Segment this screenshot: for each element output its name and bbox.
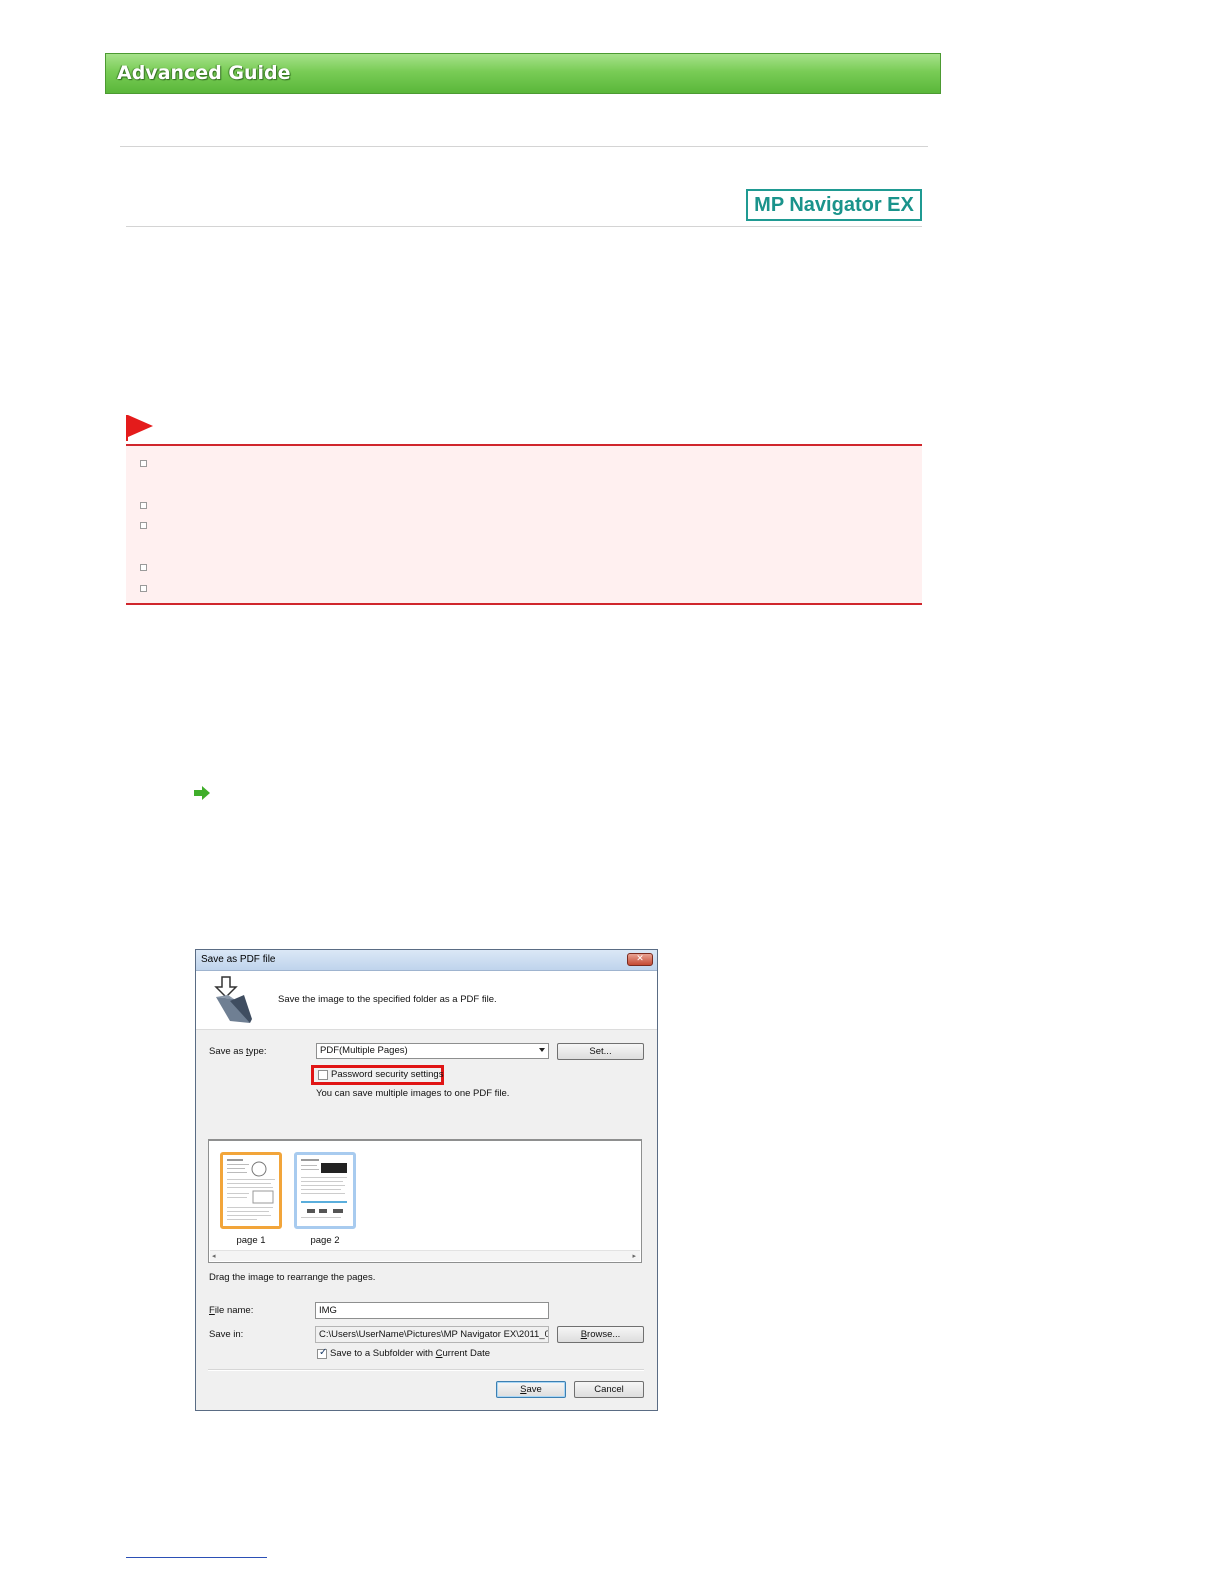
file-name-label: File name: xyxy=(209,1305,254,1316)
dialog-footer-divider xyxy=(208,1369,644,1371)
red-flag-icon xyxy=(126,415,153,441)
set-button[interactable]: Set... xyxy=(557,1043,644,1060)
section-divider xyxy=(126,226,922,227)
cancel-button[interactable]: Cancel xyxy=(574,1381,644,1398)
dialog-titlebar: Save as PDF file ✕ xyxy=(196,950,657,971)
save-in-label: Save in: xyxy=(209,1329,244,1340)
info-text: You can save multiple images to one PDF … xyxy=(316,1088,510,1099)
horizontal-scrollbar[interactable]: ◂ ▸ xyxy=(210,1250,640,1261)
bullet-icon xyxy=(140,585,147,592)
bullet-icon xyxy=(140,564,147,571)
page-2-label: page 2 xyxy=(310,1235,340,1246)
close-button[interactable]: ✕ xyxy=(627,953,653,966)
bullet-icon xyxy=(140,522,147,529)
scroll-right-icon[interactable]: ▸ xyxy=(632,1252,636,1260)
product-badge: MP Navigator EX xyxy=(746,189,922,221)
subfolder-checkbox-label: Save to a Subfolder with Current Date xyxy=(330,1348,491,1359)
save-folder-icon xyxy=(214,976,252,1023)
important-notes-box xyxy=(126,444,922,605)
dialog-header: Save the image to the specified folder a… xyxy=(196,971,657,1030)
password-checkbox[interactable] xyxy=(318,1070,328,1080)
save-button[interactable]: Save xyxy=(496,1381,566,1398)
page-thumbnail-list[interactable]: page 1 page 2 ◂ ▸ xyxy=(208,1139,642,1263)
bullet-icon xyxy=(140,460,147,467)
green-arrow-icon[interactable] xyxy=(193,786,211,800)
page-thumbnail-2[interactable] xyxy=(294,1152,356,1229)
save-as-type-value: PDF(Multiple Pages) xyxy=(320,1045,408,1056)
page-1-label: page 1 xyxy=(236,1235,266,1246)
dialog-description: Save the image to the specified folder a… xyxy=(278,994,497,1005)
chevron-down-icon xyxy=(539,1048,545,1052)
header-divider xyxy=(120,146,928,147)
bullet-icon xyxy=(140,502,147,509)
save-as-type-select[interactable]: PDF(Multiple Pages) xyxy=(316,1043,549,1059)
save-in-path[interactable]: C:\Users\UserName\Pictures\MP Navigator … xyxy=(315,1326,549,1343)
save-as-pdf-dialog: Save as PDF file ✕ Save the image to the… xyxy=(195,949,658,1411)
banner-title: Advanced Guide xyxy=(117,62,291,84)
dialog-title: Save as PDF file xyxy=(201,954,276,965)
drag-hint: Drag the image to rearrange the pages. xyxy=(209,1272,376,1283)
guide-banner: Advanced Guide xyxy=(105,53,941,94)
page-top-link-underline[interactable] xyxy=(126,1557,267,1558)
file-name-input[interactable]: IMG xyxy=(315,1302,549,1319)
checkmark-icon: ✓ xyxy=(319,1347,328,1358)
save-as-type-label: Save as type: xyxy=(209,1046,267,1057)
document-preview-icon xyxy=(301,1159,347,1218)
page-thumbnail-1[interactable] xyxy=(220,1152,282,1229)
document-preview-icon xyxy=(227,1159,275,1220)
password-checkbox-label: Password security settings xyxy=(331,1069,444,1080)
subfolder-checkbox[interactable]: ✓ xyxy=(317,1347,328,1359)
scroll-left-icon[interactable]: ◂ xyxy=(212,1252,216,1260)
browse-button[interactable]: Browse... xyxy=(557,1326,644,1343)
